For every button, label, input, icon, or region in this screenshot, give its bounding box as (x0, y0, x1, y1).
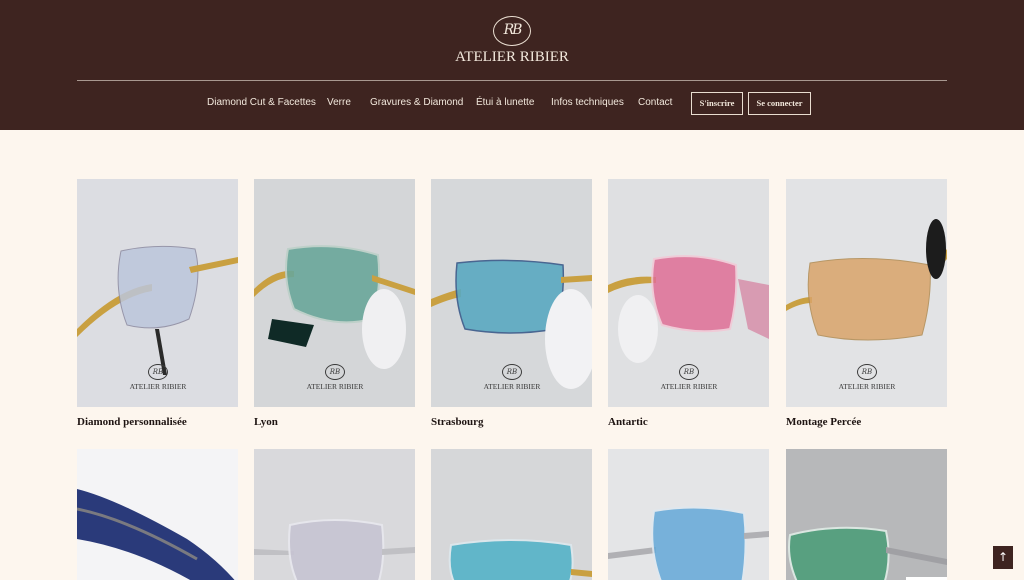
watermark-monogram: RB (502, 364, 522, 380)
nav-link-infos-techniques[interactable]: Infos techniques (551, 97, 624, 108)
arrow-up-icon: ↑ (997, 550, 1009, 564)
glasses-photo-10 (786, 449, 947, 580)
product-title-1[interactable]: Diamond personnalisée (77, 416, 187, 428)
watermark-text: ATELIER RIBIER (483, 382, 541, 391)
product-title-5[interactable]: Montage Percée (786, 416, 861, 428)
logo-monogram[interactable]: RB (493, 16, 531, 46)
product-title-3[interactable]: Strasbourg (431, 416, 484, 428)
product-title-4[interactable]: Antartic (608, 416, 648, 428)
product-image-7[interactable] (254, 449, 415, 580)
signup-button[interactable]: S'inscrire (691, 92, 743, 115)
nav-link-verre[interactable]: Verre (327, 97, 351, 108)
watermark-text: ATELIER RIBIER (660, 382, 718, 391)
login-button[interactable]: Se connecter (748, 92, 811, 115)
watermark-monogram: RB (325, 364, 345, 380)
nav-link-diamond-cut[interactable]: Diamond Cut & Facettes (207, 97, 316, 108)
product-image-4[interactable]: RB ATELIER RIBIER (608, 179, 769, 407)
product-image-2[interactable]: RB ATELIER RIBIER (254, 179, 415, 407)
product-image-9[interactable] (608, 449, 769, 580)
glasses-photo-7 (254, 449, 415, 580)
watermark-text: ATELIER RIBIER (306, 382, 364, 391)
product-image-1[interactable]: RB ATELIER RIBIER (77, 179, 238, 407)
glasses-photo-8 (431, 449, 592, 580)
site-header: RB ATELIER RIBIER Diamond Cut & Facettes… (0, 0, 1024, 130)
logo-wordmark[interactable]: ATELIER RIBIER (412, 49, 612, 66)
product-title-2[interactable]: Lyon (254, 416, 278, 428)
watermark-monogram: RB (679, 364, 699, 380)
scroll-to-top-button[interactable]: ↑ (993, 546, 1013, 569)
product-image-6[interactable] (77, 449, 238, 580)
nav-link-contact[interactable]: Contact (638, 97, 672, 108)
glasses-photo-6 (77, 449, 238, 580)
watermark-text: ATELIER RIBIER (129, 382, 187, 391)
header-divider (77, 80, 947, 81)
product-image-5[interactable]: RB ATELIER RIBIER (786, 179, 947, 407)
watermark-monogram: RB (857, 364, 877, 380)
nav-link-etui[interactable]: Étui à lunette (476, 97, 534, 108)
watermark-monogram: RB (148, 364, 168, 380)
product-image-3[interactable]: RB ATELIER RIBIER (431, 179, 592, 407)
watermark-text: ATELIER RIBIER (838, 382, 896, 391)
product-image-8[interactable] (431, 449, 592, 580)
product-image-10[interactable] (786, 449, 947, 580)
glasses-photo-9 (608, 449, 769, 580)
nav-link-gravures[interactable]: Gravures & Diamond (370, 97, 463, 108)
